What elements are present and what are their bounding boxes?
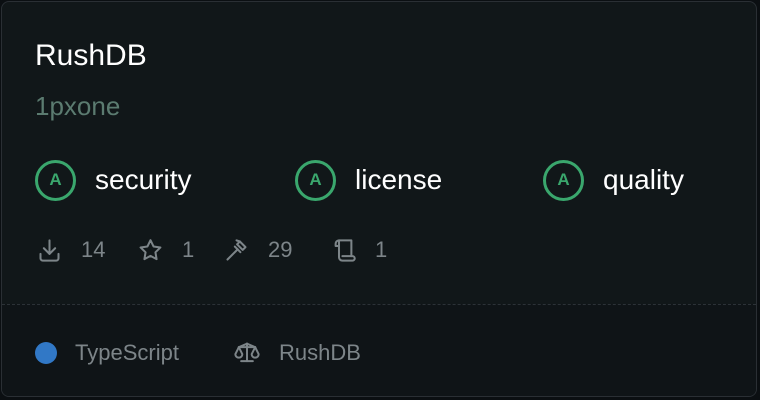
grade-security: A security: [35, 156, 191, 204]
stars-count: 1: [182, 237, 195, 262]
scroll-icon: [334, 238, 356, 262]
scale-icon: [234, 342, 260, 363]
download-icon: [39, 238, 60, 262]
downloads-stat: 14: [36, 234, 105, 266]
package-card[interactable]: RushDB 1pxone A security A license A qua…: [1, 1, 757, 397]
language-dot-icon: [35, 342, 57, 364]
stars-stat: 1: [137, 234, 194, 266]
grade-label: quality: [603, 164, 684, 195]
license-info: RushDB: [233, 337, 361, 369]
releases-count: 1: [375, 237, 388, 262]
releases-stat: 1: [330, 234, 387, 266]
grade-badge-icon: A: [543, 159, 584, 201]
builds-count: 29: [268, 237, 293, 262]
grade-badge-icon: A: [295, 159, 336, 201]
grade-quality: A quality: [543, 156, 684, 204]
star-icon: [139, 238, 162, 260]
builds-stat: 29: [223, 234, 292, 266]
grade-label: license: [355, 164, 443, 195]
package-title[interactable]: RushDB: [35, 39, 147, 73]
grade-license: A license: [295, 156, 442, 204]
language-info: TypeScript: [35, 337, 179, 369]
language-label: TypeScript: [75, 340, 179, 365]
grade-label: security: [95, 164, 192, 195]
hammer-icon: [226, 238, 247, 261]
card-footer: TypeScript RushDB: [2, 304, 756, 396]
downloads-count: 14: [81, 237, 106, 262]
license-label: RushDB: [279, 340, 361, 365]
grade-badge-icon: A: [35, 159, 76, 201]
package-owner[interactable]: 1pxone: [35, 91, 120, 121]
